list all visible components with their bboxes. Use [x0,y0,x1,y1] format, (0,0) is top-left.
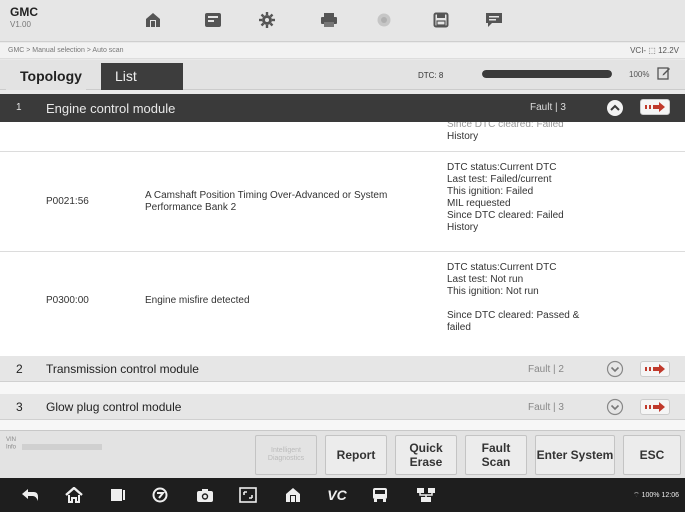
dtc-status-line: This ignition: Failed [447,186,534,197]
dtc-status-line: Last test: Not run [447,274,524,285]
enter-module-button[interactable] [640,399,670,415]
info-label: Info [6,444,17,451]
app-brand: GMC V1.00 [10,6,38,31]
dtc-status-line: failed [447,322,471,333]
module-name: Engine control module [46,101,176,116]
module-row-engine[interactable]: 1 Engine control module Fault | 3 [0,94,685,122]
tab-list[interactable]: List [101,63,183,90]
dtc-description: Engine misfire detected [145,295,250,306]
edit-icon[interactable] [657,66,671,85]
report-button[interactable]: Report [325,435,387,475]
autel-home-icon[interactable] [283,486,303,504]
esc-button[interactable]: ESC [623,435,681,475]
module-name: Transmission control module [46,362,199,376]
vci-status: VCI- ⬚ 12.2V [630,46,679,55]
vehicle-nav-icon[interactable] [370,486,390,504]
dtc-status-line: This ignition: Not run [447,286,539,297]
brand-name: GMC [10,5,38,19]
print-icon[interactable] [318,10,340,30]
dtc-status-line: History [447,222,479,233]
scan-progress-fill [482,70,612,78]
recent-apps-icon[interactable] [108,486,128,504]
home-icon[interactable] [142,10,164,30]
top-toolbar: GMC V1.00 [0,0,685,42]
scan-progress-bar [482,70,612,78]
module-fault-count: Fault | 2 [528,364,564,375]
dtc-row: P0021:56 A Camshaft Position Timing Over… [0,152,685,252]
back-icon[interactable] [20,486,40,504]
save-icon[interactable] [430,10,452,30]
home-nav-icon[interactable] [64,486,84,504]
settings-icon[interactable] [256,10,278,30]
breadcrumb-text: GMC > Manual selection > Auto scan [8,47,124,54]
vci-nav-label[interactable]: VC [320,486,354,504]
dtc-description: A Camshaft Position Timing Over-Advanced… [145,190,388,213]
vin-redacted [22,444,103,450]
intelligent-diagnostics-button[interactable]: Intelligent Diagnostics [255,435,317,475]
enter-module-button[interactable] [640,361,670,377]
network-icon[interactable] [416,486,436,504]
module-number: 3 [16,400,23,414]
vehicle-icon[interactable] [202,10,224,30]
enter-system-button[interactable]: Enter System [535,435,615,475]
module-row-transmission[interactable]: 2 Transmission control module Fault | 2 [0,356,685,382]
module-separator [0,382,685,394]
module-number: 2 [16,362,23,376]
quick-erase-button[interactable]: Quick Erase [395,435,457,475]
dtc-row-partial: Since DTC cleared: Failed History [0,122,685,152]
dtc-status-line: MIL requested [447,198,511,209]
expand-icon[interactable] [606,360,624,378]
system-status: ⌔ 100% 12:06 [633,491,679,500]
dtc-status-line: Since DTC cleared: Passed & [447,310,580,321]
dtc-status: Since DTC cleared: Failed History [447,122,617,143]
camera-icon[interactable] [195,486,215,504]
dtc-status-line: DTC status:Current DTC [447,262,557,273]
module-name: Glow plug control module [46,400,182,414]
module-number: 1 [16,102,22,113]
dtc-code: P0300:00 [46,295,89,306]
action-bar: VIN Info Intelligent Diagnostics Report … [0,430,685,478]
module-row-glow-plug[interactable]: 3 Glow plug control module Fault | 3 [0,394,685,420]
dtc-status: DTC status:Current DTC Last test: Not ru… [447,262,617,334]
scan-progress-label: 100% [629,70,650,79]
dtc-row: P0300:00 Engine misfire detected DTC sta… [0,252,685,356]
dtc-status-line: Last test: Failed/current [447,174,552,185]
collapse-icon[interactable] [606,99,624,117]
module-fault-count: Fault | 3 [530,102,566,113]
dtc-status-spacer [447,298,617,310]
breadcrumb: GMC > Manual selection > Auto scan VCI- … [0,43,685,59]
module-separator [0,420,685,430]
expand-icon[interactable] [606,398,624,416]
vehicle-info: VIN Info [6,437,103,452]
system-navigation-bar: VC ⌔ 100% 12:06 [0,478,685,512]
fault-scan-button[interactable]: Fault Scan [465,435,527,475]
vin-label: VIN [6,437,17,443]
dtc-list: Since DTC cleared: Failed History P0021:… [0,122,685,356]
browser-icon[interactable] [150,486,170,504]
tab-topology[interactable]: Topology [6,63,86,90]
dtc-code: P0021:56 [46,196,89,207]
record-icon[interactable] [373,10,395,30]
dtc-count: DTC: 8 [418,71,444,80]
dtc-status-line: Since DTC cleared: Failed [447,210,564,221]
dtc-status-line: Since DTC cleared: Failed [447,122,564,130]
module-fault-count: Fault | 3 [528,402,564,413]
dtc-status-line: DTC status:Current DTC [447,162,557,173]
dtc-status-line: History [447,131,479,142]
dtc-status: DTC status:Current DTC Last test: Failed… [447,162,617,234]
battery-time: 100% 12:06 [641,492,679,499]
wifi-icon: ⌔ [633,492,642,499]
brand-version: V1.00 [10,20,31,29]
chat-icon[interactable] [483,10,505,30]
enter-module-button[interactable] [640,99,670,115]
screenshot-icon[interactable] [238,486,258,504]
